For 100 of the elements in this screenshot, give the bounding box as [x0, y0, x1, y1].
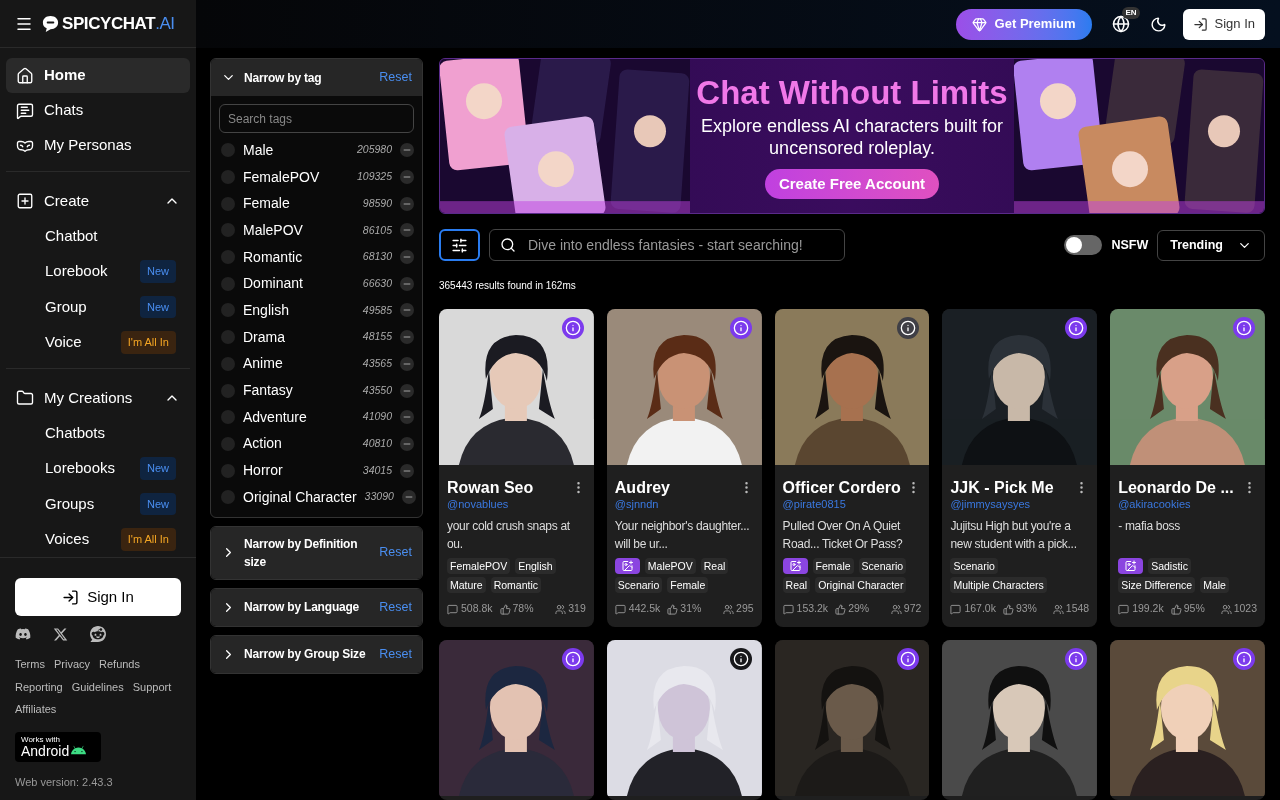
tag-checkbox[interactable] — [221, 436, 235, 451]
footer-link[interactable]: Refunds — [99, 656, 140, 673]
minus-icon[interactable] — [400, 143, 414, 158]
tag[interactable]: FemalePOV — [447, 558, 511, 575]
sign-in-button[interactable]: Sign In — [15, 578, 181, 616]
reset-link[interactable]: Reset — [379, 543, 412, 562]
search-field[interactable]: Dive into endless fantasies - start searching! — [489, 229, 845, 262]
section-header[interactable]: My Creations — [6, 381, 190, 415]
minus-icon[interactable] — [400, 356, 414, 371]
creator-handle[interactable]: @pirate0815 — [782, 497, 922, 512]
reset-link[interactable]: Reset — [379, 597, 412, 617]
creator-handle[interactable]: @akiracookies — [1118, 497, 1257, 512]
nav-item[interactable]: Home — [6, 58, 190, 93]
minus-icon[interactable] — [400, 303, 414, 318]
discord-icon[interactable] — [15, 626, 31, 642]
nav-item[interactable]: Chats — [6, 93, 190, 128]
tag-checkbox[interactable] — [221, 356, 235, 371]
tag[interactable]: Scenario — [950, 558, 998, 575]
minus-icon[interactable] — [400, 463, 414, 478]
tag-checkbox[interactable] — [221, 250, 235, 265]
nav-item[interactable]: My Personas — [6, 128, 190, 163]
nav-item[interactable]: Voices — [45, 528, 121, 551]
tag[interactable]: Size Difference — [1118, 577, 1196, 594]
footer-link[interactable]: Guidelines — [71, 678, 124, 695]
tag-checkbox[interactable] — [221, 303, 235, 318]
minus-icon[interactable] — [400, 196, 414, 211]
nav-item[interactable]: Groups — [45, 492, 140, 515]
character-card[interactable]: Audrey @sjnndn Your neighbor's daughter... will be ur... MalePOV Real Scenario Female 442.5k 31% 295 — [606, 309, 762, 627]
search-tags-field[interactable]: Search tags — [219, 104, 414, 133]
footer-link[interactable]: Terms — [15, 656, 45, 673]
tag[interactable]: Female — [667, 577, 709, 594]
nsfw-switch[interactable] — [1064, 235, 1103, 256]
tag-checkbox[interactable] — [221, 223, 235, 238]
filter-header[interactable]: Narrow by tag Reset — [211, 59, 422, 96]
tag-checkbox[interactable] — [221, 410, 235, 425]
get-premium-button[interactable]: Get Premium — [955, 8, 1092, 40]
minus-icon[interactable] — [400, 223, 414, 238]
filter-header[interactable]: Narrow by Language Reset — [211, 588, 422, 626]
tag[interactable]: Romantic — [490, 577, 542, 594]
filter-header[interactable]: Narrow by Group Size Reset — [211, 635, 422, 673]
tag[interactable]: Female — [812, 558, 854, 575]
nav-item[interactable]: Lorebook — [45, 260, 140, 283]
tag[interactable]: Real — [700, 558, 729, 575]
nav-item[interactable]: Chatbot — [45, 224, 176, 247]
tag-checkbox[interactable] — [221, 490, 235, 505]
minus-icon[interactable] — [400, 383, 414, 398]
nav-item[interactable]: Lorebooks — [45, 457, 140, 480]
creator-handle[interactable]: @novablues — [447, 497, 586, 512]
tag-checkbox[interactable] — [221, 170, 235, 185]
minus-icon[interactable] — [400, 410, 414, 425]
filter-header[interactable]: Narrow by Definition size Reset — [211, 526, 422, 579]
minus-icon[interactable] — [400, 436, 414, 451]
android-badge[interactable]: Works with Android — [15, 731, 101, 762]
tag-checkbox[interactable] — [221, 276, 235, 291]
x-icon[interactable] — [53, 626, 68, 642]
footer-link[interactable]: Privacy — [53, 656, 90, 673]
tag[interactable]: Sadistic — [1148, 558, 1191, 575]
tag[interactable]: Multiple Characters — [950, 577, 1047, 594]
create-account-button[interactable]: Create Free Account — [764, 169, 940, 200]
message-count: 199.2k — [1132, 601, 1164, 617]
tag[interactable]: Mature — [447, 577, 486, 594]
tag[interactable]: Male — [1200, 577, 1229, 594]
footer-link[interactable]: Affiliates — [15, 701, 57, 718]
sort-dropdown[interactable]: Trending — [1157, 229, 1265, 261]
tag[interactable]: Scenario — [614, 577, 663, 594]
minus-icon[interactable] — [401, 490, 416, 505]
nav-item[interactable]: Chatbots — [45, 421, 176, 444]
tag-checkbox[interactable] — [221, 330, 235, 345]
tag-checkbox[interactable] — [221, 196, 235, 211]
minus-icon[interactable] — [400, 250, 414, 265]
reset-link[interactable]: Reset — [379, 644, 412, 664]
tag-checkbox[interactable] — [221, 463, 235, 478]
character-card[interactable]: Rowan Seo @novablues your cold crush snaps at ou. FemalePOV English Mature Romantic 508.8k 78% 319 — [439, 309, 594, 627]
tag-checkbox[interactable] — [221, 383, 235, 398]
footer-link[interactable]: Reporting — [15, 678, 63, 695]
tag[interactable]: Original Character — [815, 577, 907, 594]
tag[interactable]: Real — [782, 577, 811, 594]
creator-handle[interactable]: @sjnndn — [614, 497, 754, 512]
language-icon[interactable] — [1111, 15, 1130, 33]
message-icon — [950, 603, 962, 615]
creator-handle[interactable]: @jimmysaysyes — [950, 497, 1090, 512]
tag[interactable]: MalePOV — [644, 558, 696, 575]
section-header[interactable]: Create — [6, 184, 190, 218]
character-card[interactable]: Leonardo De ... @akiracookies - mafia boss Sadistic Size Difference Male 199.2k 95% 1023 — [1110, 309, 1265, 627]
minus-icon[interactable] — [400, 170, 414, 185]
minus-icon[interactable] — [400, 276, 414, 291]
tag[interactable]: English — [515, 558, 556, 575]
nav-item[interactable]: Voice — [45, 331, 121, 354]
character-card[interactable]: Officer Cordero @pirate0815 Pulled Over On A Quiet Road... Ticket Or Pass? Female Scenario Real Original Character 153.2k 29% 972 — [774, 309, 930, 627]
minus-icon[interactable] — [400, 330, 414, 345]
sign-in-button[interactable]: Sign In — [1182, 8, 1265, 40]
tag[interactable]: Scenario — [858, 558, 907, 575]
nav-item[interactable]: Group — [45, 295, 140, 318]
reset-link[interactable]: Reset — [379, 68, 412, 87]
dark-mode-icon[interactable] — [1149, 15, 1167, 33]
character-card[interactable]: JJK - Pick Me @jimmysaysyes Jujitsu High but you're a new student with a pick... Scenario Multiple Characters 167.0k 93% 1548 — [942, 309, 1098, 627]
tag-checkbox[interactable] — [221, 143, 235, 158]
filter-toggle-button[interactable] — [439, 229, 480, 262]
footer-link[interactable]: Support — [132, 678, 172, 695]
reddit-icon[interactable] — [90, 626, 106, 642]
